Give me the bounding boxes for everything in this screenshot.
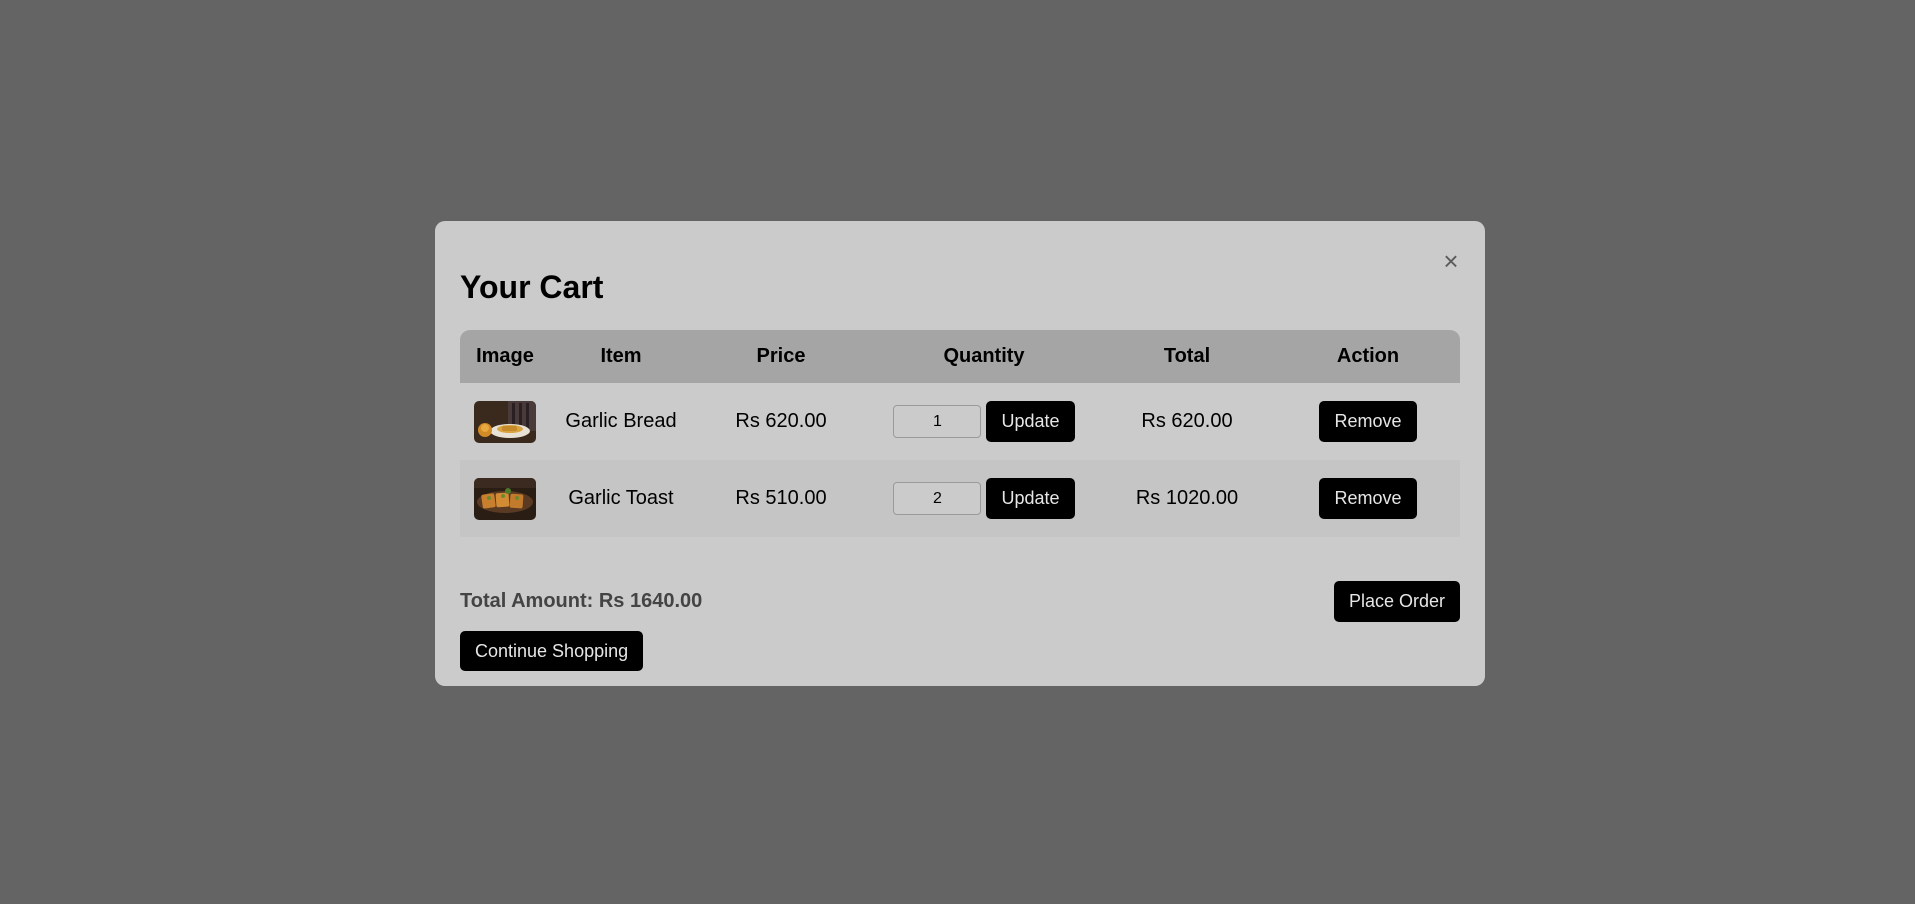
quantity-group: Update bbox=[893, 401, 1075, 442]
update-button[interactable]: Update bbox=[986, 401, 1075, 442]
header-total: Total bbox=[1163, 345, 1211, 367]
cart-table: Image Item Price Quantity Total Action G… bbox=[460, 330, 1460, 537]
header-image: Image bbox=[476, 345, 534, 367]
cell-price: Rs 510.00 bbox=[735, 487, 827, 509]
remove-button[interactable]: Remove bbox=[1319, 401, 1417, 442]
quantity-group: Update bbox=[893, 478, 1075, 519]
cell-total: Rs 620.00 bbox=[1141, 410, 1233, 432]
cart-modal: × Your Cart Image Item Price Quantity To… bbox=[435, 221, 1485, 686]
cell-price: Rs 620.00 bbox=[735, 410, 827, 432]
total-amount: Total Amount: Rs 1640.00 bbox=[460, 590, 703, 612]
cell-item-name: Garlic Bread bbox=[565, 410, 677, 432]
cell-item-name: Garlic Toast bbox=[568, 487, 674, 509]
cell-action: Remove bbox=[1276, 460, 1460, 537]
cell-action: Remove bbox=[1276, 383, 1460, 460]
quantity-input[interactable] bbox=[893, 405, 982, 438]
table-row: Garlic Toast Rs 510.00 Update Rs 1020.00… bbox=[460, 460, 1460, 537]
place-order-button[interactable]: Place Order bbox=[1333, 581, 1460, 622]
remove-button[interactable]: Remove bbox=[1319, 478, 1417, 519]
garlic-toast-image bbox=[474, 477, 536, 520]
close-icon[interactable]: × bbox=[1439, 248, 1463, 274]
table-row: Garlic Bread Rs 620.00 Update Rs 620.00 … bbox=[460, 383, 1460, 460]
cell-quantity: Update bbox=[870, 383, 1098, 460]
cell-image bbox=[460, 383, 550, 460]
update-button[interactable]: Update bbox=[986, 478, 1075, 519]
table-header-row: Image Item Price Quantity Total Action bbox=[460, 330, 1460, 383]
header-item: Item bbox=[600, 345, 642, 367]
garlic-bread-image bbox=[474, 400, 536, 443]
cell-quantity: Update bbox=[870, 460, 1098, 537]
header-price: Price bbox=[756, 345, 806, 367]
header-action: Action bbox=[1336, 345, 1400, 367]
cell-image bbox=[460, 460, 550, 537]
cart-title: Your Cart bbox=[460, 269, 604, 305]
quantity-input[interactable] bbox=[893, 482, 982, 515]
continue-shopping-button[interactable]: Continue Shopping bbox=[460, 631, 644, 671]
cell-total: Rs 1020.00 bbox=[1135, 487, 1239, 509]
header-quantity: Quantity bbox=[943, 345, 1025, 367]
